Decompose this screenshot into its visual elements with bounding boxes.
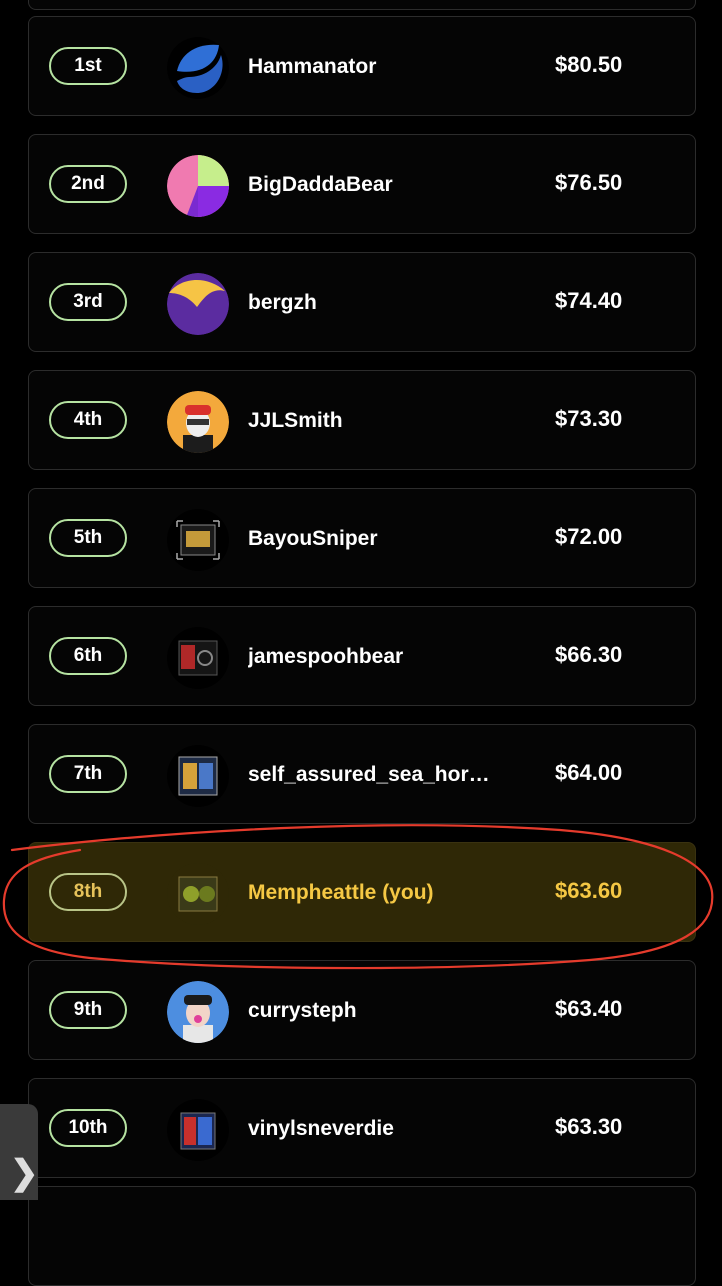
player-amount: $74.40	[555, 288, 623, 313]
rank-badge: 5th	[49, 519, 127, 557]
rank-badge: 7th	[49, 755, 127, 793]
side-drawer-tab[interactable]: ❯	[0, 1104, 39, 1200]
leaderboard-row-partial	[28, 0, 696, 10]
rank-badge: 2nd	[49, 165, 127, 203]
avatar	[167, 273, 229, 335]
leaderboard-row-2[interactable]: 2nd BigDaddaBear $76.50	[28, 134, 696, 234]
avatar	[167, 1099, 229, 1161]
leaderboard-row-4[interactable]: 4th JJLSmith $73.30	[28, 370, 696, 470]
leaderboard-row-3[interactable]: 3rd bergzh $74.40	[28, 252, 696, 352]
player-amount: $76.50	[555, 170, 623, 195]
player-amount: $64.00	[555, 760, 623, 785]
player-name[interactable]: JJLSmith	[248, 407, 518, 435]
player-name[interactable]: jamespoohbear	[248, 643, 518, 671]
player-name[interactable]: bergzh	[248, 289, 518, 317]
leaderboard-row-9[interactable]: 9th currysteph $63.40	[28, 960, 696, 1060]
player-amount: $66.30	[555, 642, 623, 667]
avatar	[167, 509, 229, 571]
rank-badge: 4th	[49, 401, 127, 439]
player-name[interactable]: self_assured_sea_hor…	[248, 761, 518, 789]
leaderboard-row-7[interactable]: 7th self_assured_sea_hor… $64.00	[28, 724, 696, 824]
leaderboard-row-10[interactable]: 10th vinylsneverdie $63.30	[28, 1078, 696, 1178]
rank-badge: 9th	[49, 991, 127, 1029]
player-name[interactable]: currysteph	[248, 997, 518, 1025]
player-amount: $63.40	[555, 996, 623, 1021]
player-name[interactable]: Mempheattle (you)	[248, 879, 518, 907]
rank-badge: 8th	[49, 873, 127, 911]
avatar	[167, 155, 229, 217]
player-amount: $80.50	[555, 52, 623, 77]
leaderboard-row-1[interactable]: 1st Hammanator $80.50	[28, 16, 696, 116]
avatar	[167, 391, 229, 453]
avatar	[167, 627, 229, 689]
chevron-right-icon: ❯	[10, 1154, 39, 1192]
leaderboard-list: 1st Hammanator $80.50 2nd BigDaddaBear $…	[0, 0, 722, 1286]
avatar	[167, 863, 229, 925]
avatar	[167, 981, 229, 1043]
player-name[interactable]: vinylsneverdie	[248, 1115, 518, 1143]
player-amount: $63.60	[555, 878, 623, 903]
leaderboard-row-6[interactable]: 6th jamespoohbear $66.30	[28, 606, 696, 706]
player-name[interactable]: BayouSniper	[248, 525, 518, 553]
rank-badge: 6th	[49, 637, 127, 675]
player-amount: $63.30	[555, 1114, 623, 1139]
player-name[interactable]: BigDaddaBear	[248, 171, 518, 199]
rank-badge: 10th	[49, 1109, 127, 1147]
player-name[interactable]: Hammanator	[248, 53, 518, 81]
rank-badge: 1st	[49, 47, 127, 85]
leaderboard-row-8-current-user[interactable]: 8th Mempheattle (you) $63.60	[28, 842, 696, 942]
leaderboard-row-5[interactable]: 5th BayouSniper $72.00	[28, 488, 696, 588]
avatar	[167, 745, 229, 807]
player-amount: $73.30	[555, 406, 623, 431]
avatar	[167, 37, 229, 99]
rank-badge: 3rd	[49, 283, 127, 321]
player-amount: $72.00	[555, 524, 623, 549]
leaderboard-row-partial	[28, 1186, 696, 1286]
